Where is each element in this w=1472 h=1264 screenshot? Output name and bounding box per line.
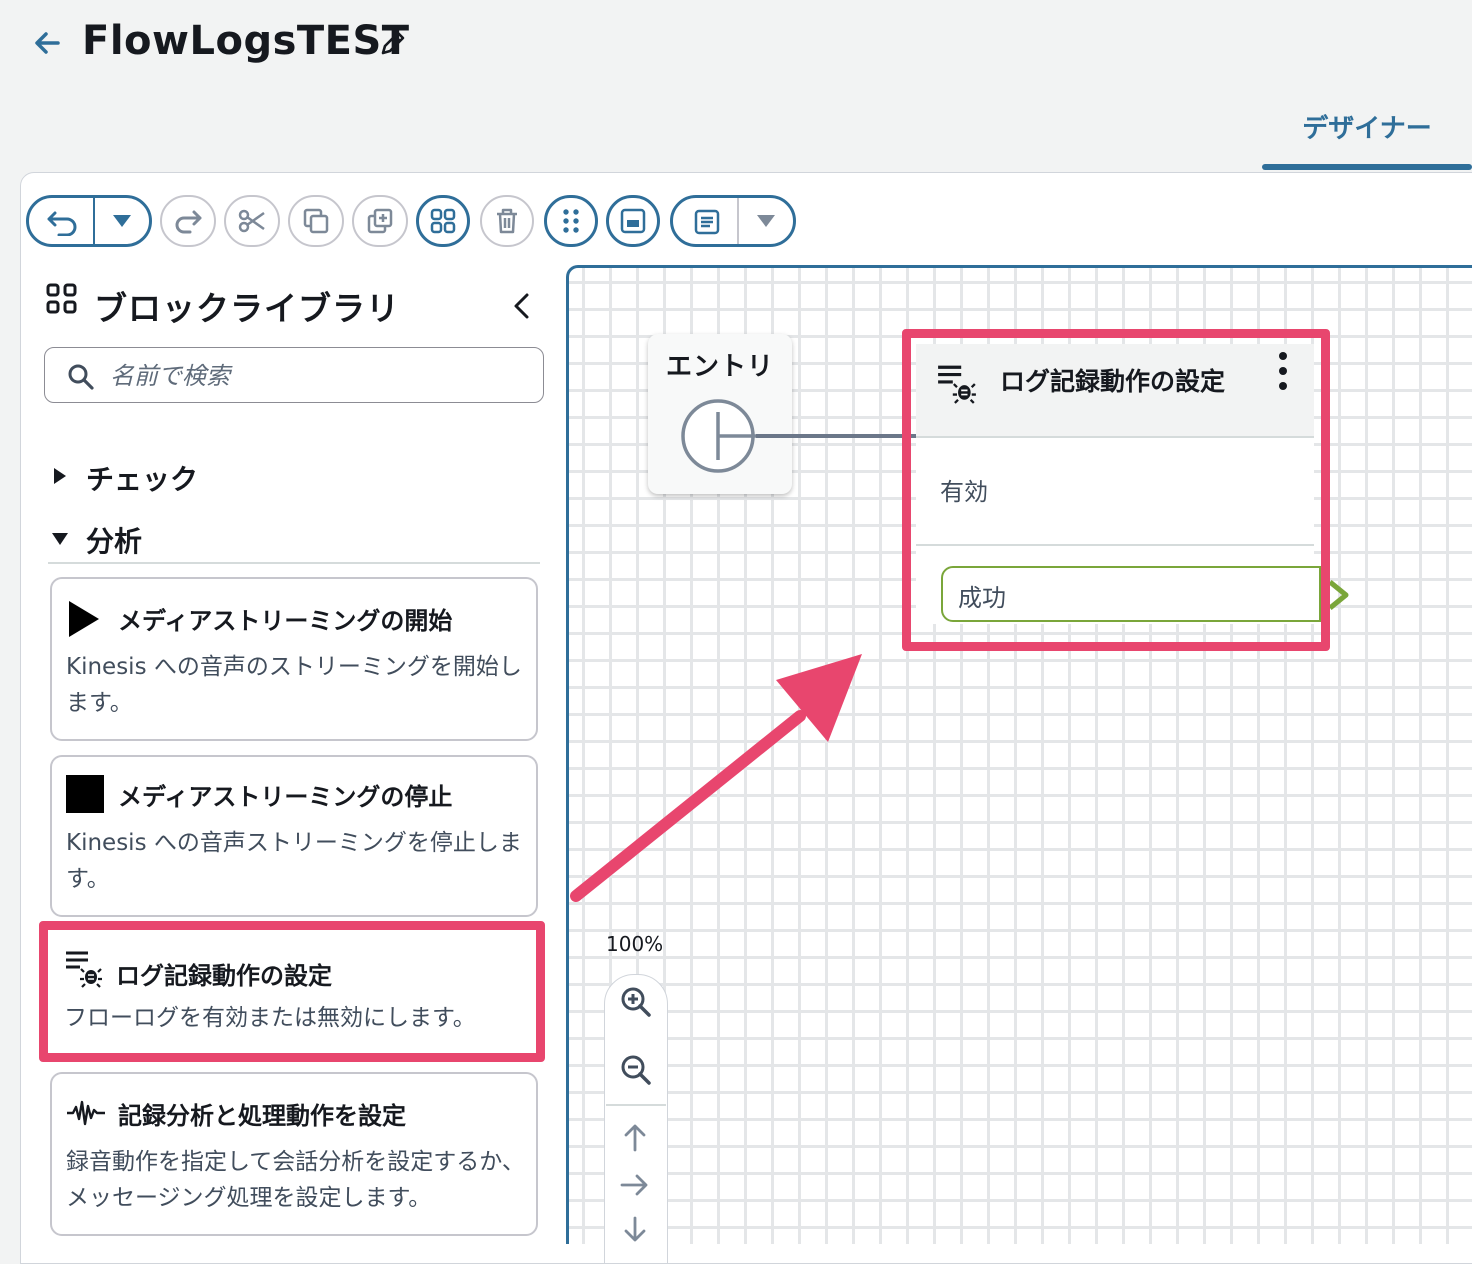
- duplicate-icon: [367, 208, 393, 234]
- canvas-highlight-box: [902, 329, 1330, 651]
- block-library-button[interactable]: [416, 195, 470, 247]
- delete-button[interactable]: [480, 195, 534, 247]
- block-card-description: Kinesis への音声のストリーミングを開始します。: [66, 654, 522, 716]
- pencil-icon[interactable]: [378, 28, 408, 58]
- tab-designer-label: デザイナー: [1302, 114, 1432, 144]
- block-library-title: ブロックライブラリ: [94, 289, 400, 328]
- grid-icon: [430, 208, 456, 234]
- success-output-chevron-icon[interactable]: [1326, 578, 1354, 612]
- drag-dots-icon: [563, 209, 579, 233]
- zoom-out-icon[interactable]: [620, 1054, 652, 1090]
- document-icon[interactable]: [693, 208, 721, 236]
- search-icon: [66, 362, 96, 392]
- cut-button[interactable]: [224, 195, 280, 247]
- block-library-grid-icon: [46, 283, 78, 315]
- undo-icon[interactable]: [45, 208, 81, 236]
- arrange-button[interactable]: [544, 195, 598, 247]
- search-input[interactable]: [108, 350, 532, 402]
- redo-button[interactable]: [160, 195, 216, 247]
- tab-active-indicator: [1262, 164, 1472, 170]
- details-menu-caret-icon[interactable]: [755, 212, 777, 230]
- flow-title: FlowLogsTEST: [82, 18, 410, 64]
- category-analysis[interactable]: 分析: [50, 520, 142, 560]
- zoom-divider: [606, 1104, 666, 1106]
- waveform-icon: [66, 1098, 106, 1132]
- entry-start-icon: [681, 399, 756, 473]
- collapse-panel-chevron-icon[interactable]: [508, 290, 534, 322]
- undo-menu-caret-icon[interactable]: [111, 212, 133, 230]
- copy-button[interactable]: [288, 195, 344, 247]
- pan-up-icon[interactable]: [622, 1122, 648, 1156]
- pan-right-icon[interactable]: [620, 1172, 650, 1202]
- tab-designer[interactable]: デザイナー: [1262, 108, 1472, 168]
- scissors-icon: [238, 209, 265, 233]
- category-check[interactable]: チェック: [52, 458, 198, 498]
- redo-icon: [175, 210, 202, 234]
- caret-right-icon: [52, 466, 68, 491]
- sidebar-highlight-box: [39, 921, 545, 1062]
- minimap-icon: [620, 208, 646, 234]
- annotation-arrow: [570, 654, 862, 902]
- category-label: チェック: [86, 463, 199, 496]
- undo-split-button[interactable]: [26, 195, 152, 247]
- block-card-title: メディアストリーミングの開始: [118, 607, 453, 635]
- block-card-title: メディアストリーミングの停止: [118, 783, 453, 811]
- copy-icon: [303, 208, 329, 234]
- caret-down-icon: [50, 528, 70, 552]
- block-card-description: Kinesis への音声ストリーミングを停止します。: [66, 830, 522, 892]
- block-card-title: 記録分析と処理動作を設定: [118, 1102, 406, 1130]
- block-card-stop-media-streaming[interactable]: メディアストリーミングの停止 Kinesis への音声ストリーミングを停止します…: [50, 755, 538, 917]
- minimap-button[interactable]: [606, 195, 660, 247]
- stop-icon: [66, 775, 104, 817]
- pan-down-icon[interactable]: [622, 1216, 648, 1248]
- zoom-in-icon[interactable]: [620, 986, 652, 1022]
- block-card-description: 録音動作を指定して会話分析を設定するか、メッセージング処理を設定します。: [66, 1149, 525, 1211]
- trash-icon: [497, 208, 517, 234]
- entry-node-label: エントリ: [665, 352, 774, 382]
- category-label: 分析: [86, 525, 143, 558]
- block-card-set-recording-analytics[interactable]: 記録分析と処理動作を設定 録音動作を指定して会話分析を設定するか、メッセージング…: [50, 1072, 538, 1236]
- back-arrow-icon[interactable]: [30, 26, 66, 62]
- play-icon: [66, 599, 102, 643]
- zoom-level: 100%: [606, 932, 664, 956]
- block-card-start-media-streaming[interactable]: メディアストリーミングの開始 Kinesis への音声のストリーミングを開始しま…: [50, 577, 538, 741]
- duplicate-button[interactable]: [352, 195, 408, 247]
- details-split-button[interactable]: [670, 195, 796, 247]
- category-divider: [48, 562, 540, 564]
